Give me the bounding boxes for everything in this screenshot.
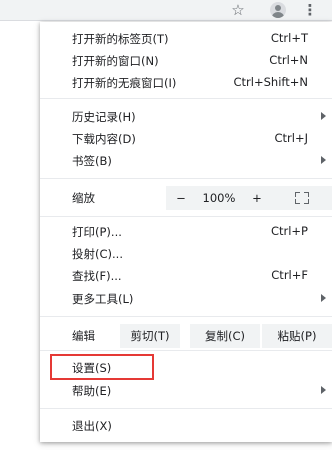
cut-button[interactable]: 剪切(T): [120, 324, 180, 348]
menu-item-label: 书签(B): [72, 154, 112, 168]
menu-item-new-window[interactable]: 打开新的窗口(N) Ctrl+N: [40, 50, 332, 72]
chrome-main-menu: 打开新的标签页(T) Ctrl+T 打开新的窗口(N) Ctrl+N 打开新的无…: [40, 22, 332, 442]
profile-avatar-button[interactable]: [268, 0, 288, 20]
edit-label: 编辑: [72, 329, 95, 343]
menu-item-label: 更多工具(L): [72, 292, 134, 306]
menu-item-shortcut: Ctrl+J: [274, 131, 309, 145]
menu-item-label: 帮助(E): [72, 384, 112, 398]
menu-item-cast[interactable]: 投射(C)...: [40, 243, 332, 265]
menu-item-shortcut: Ctrl+T: [270, 31, 308, 45]
menu-item-find[interactable]: 查找(F)... Ctrl+F: [40, 265, 332, 287]
menu-separator: [40, 98, 332, 99]
submenu-arrow-icon: [321, 294, 326, 302]
menu-item-new-tab[interactable]: 打开新的标签页(T) Ctrl+T: [40, 28, 332, 50]
menu-separator: [40, 350, 332, 351]
menu-item-label: 历史记录(H): [72, 110, 136, 124]
zoom-in-button[interactable]: +: [242, 186, 272, 210]
menu-separator: [40, 408, 332, 409]
edit-row: 编辑 剪切(T) 复制(C) 粘贴(P): [40, 324, 332, 348]
menu-item-exit[interactable]: 退出(X): [40, 415, 332, 437]
menu-item-shortcut: Ctrl+F: [271, 268, 308, 282]
more-menu-icon[interactable]: ⋮: [300, 0, 320, 20]
bookmark-star-icon[interactable]: ☆: [228, 0, 248, 20]
menu-item-print[interactable]: 打印(P)... Ctrl+P: [40, 221, 332, 243]
menu-item-downloads[interactable]: 下载内容(D) Ctrl+J: [40, 128, 332, 150]
menu-item-label: 打开新的标签页(T): [72, 32, 169, 46]
submenu-arrow-icon: [321, 156, 326, 164]
menu-item-shortcut: Ctrl+Shift+N: [233, 75, 308, 89]
menu-item-more-tools[interactable]: 更多工具(L): [40, 288, 332, 310]
menu-item-help[interactable]: 帮助(E): [40, 380, 332, 402]
submenu-arrow-icon: [321, 112, 326, 120]
menu-item-label: 退出(X): [72, 419, 112, 433]
menu-item-bookmarks[interactable]: 书签(B): [40, 150, 332, 172]
menu-item-shortcut: Ctrl+P: [270, 224, 308, 238]
avatar-icon: [270, 2, 286, 18]
fullscreen-icon: [295, 192, 309, 204]
menu-item-label: 打印(P)...: [72, 225, 122, 239]
settings-highlight-box: [50, 354, 154, 380]
menu-separator: [40, 316, 332, 317]
submenu-arrow-icon: [321, 386, 326, 394]
menu-item-shortcut: Ctrl+N: [269, 53, 308, 67]
menu-item-label: 打开新的窗口(N): [72, 54, 159, 68]
menu-separator: [40, 178, 332, 179]
menu-item-label: 投射(C)...: [72, 247, 123, 261]
zoom-label: 缩放: [72, 191, 95, 205]
toolbar-divider: [0, 20, 332, 21]
menu-item-label: 查找(F)...: [72, 269, 122, 283]
paste-button[interactable]: 粘贴(P): [262, 324, 332, 348]
menu-separator: [40, 216, 332, 217]
menu-item-history[interactable]: 历史记录(H): [40, 106, 332, 128]
browser-toolbar: ☆ ⋮: [0, 0, 332, 20]
zoom-out-button[interactable]: −: [166, 186, 196, 210]
menu-item-label: 打开新的无痕窗口(I): [72, 76, 177, 90]
menu-item-label: 下载内容(D): [72, 132, 136, 146]
copy-button[interactable]: 复制(C): [190, 324, 260, 348]
zoom-row: 缩放 − 100% +: [40, 186, 332, 210]
fullscreen-button[interactable]: [272, 186, 332, 210]
menu-item-new-incognito[interactable]: 打开新的无痕窗口(I) Ctrl+Shift+N: [40, 72, 332, 94]
zoom-level: 100%: [196, 186, 242, 210]
